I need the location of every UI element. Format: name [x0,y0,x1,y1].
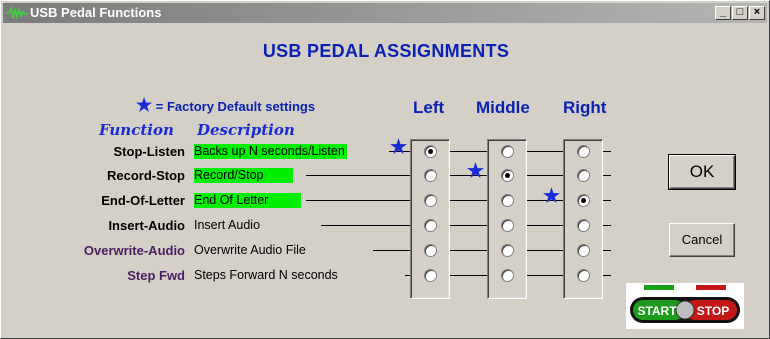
radio-middle[interactable] [501,244,514,257]
radio-left[interactable] [424,145,437,158]
function-description: Insert Audio [194,218,261,232]
radio-left[interactable] [424,194,437,207]
radio-middle[interactable] [501,145,514,158]
radio-middle[interactable] [501,194,514,207]
minimize-button[interactable]: _ [715,6,731,20]
connector-line [527,250,563,251]
radio-left[interactable] [424,169,437,182]
logo-stop-text: STOP [697,304,729,318]
legend: ★ = Factory Default settings [136,95,316,115]
column-middle-header: Middle [476,98,530,117]
logo-start-text: START [637,304,677,318]
function-name: Record-Stop [107,168,185,183]
connector-line [450,225,487,226]
radio-right[interactable] [577,269,590,282]
radio-left[interactable] [424,244,437,257]
connector-line [321,225,410,226]
function-name: Overwrite-Audio [83,243,185,258]
connector-line [373,250,410,251]
function-description: Backs up N seconds/Listen [194,144,347,159]
legend-text: = Factory Default settings [155,99,316,114]
title-bar[interactable]: USB Pedal Functions _ □ × [3,3,767,23]
function-name: Stop-Listen [113,144,186,159]
waveform-icon [6,6,28,20]
connector-line [527,151,563,152]
connector-line [527,225,563,226]
close-button[interactable]: × [749,6,765,20]
radio-middle[interactable] [501,269,514,282]
function-description: Steps Forward N seconds [194,268,338,282]
function-description: Record/Stop [194,168,293,183]
connector-line [603,225,611,226]
connector-line [527,175,563,176]
connector-line [603,175,611,176]
cancel-button[interactable]: Cancel [669,223,735,257]
radio-right[interactable] [577,145,590,158]
ok-button[interactable]: OK [668,154,736,190]
default-star-icon: ★ [390,137,408,158]
radio-middle[interactable] [501,169,514,182]
radio-right[interactable] [577,219,590,232]
connector-line [603,200,611,201]
function-description: Overwrite Audio File [194,243,306,257]
function-name: Step Fwd [127,268,185,283]
radio-left[interactable] [424,269,437,282]
radio-right[interactable] [577,194,590,207]
radio-right[interactable] [577,244,590,257]
dialog-window: USB Pedal Functions _ □ × USB PEDAL ASSI… [0,0,770,339]
connector-line [603,275,611,276]
function-description: End Of Letter [194,193,301,208]
connector-line [450,200,487,201]
function-name: Insert-Audio [108,218,185,233]
maximize-button[interactable]: □ [732,6,748,20]
description-header: Description [197,121,295,139]
connector-line [450,151,487,152]
window-title: USB Pedal Functions [30,5,162,20]
page-title: USB PEDAL ASSIGNMENTS [262,41,510,61]
start-stop-logo: START STOP [626,283,744,329]
connector-line [450,250,487,251]
radio-middle[interactable] [501,219,514,232]
connector-line [306,175,410,176]
connector-line [306,200,410,201]
radio-right[interactable] [577,169,590,182]
function-name: End-Of-Letter [101,193,185,208]
column-left-header: Left [413,98,445,117]
column-right-header: Right [563,98,607,117]
connector-line [450,275,487,276]
function-header: Function [99,121,174,139]
default-star-icon: ★ [543,186,561,207]
connector-line [603,151,611,152]
radio-left[interactable] [424,219,437,232]
default-star-icon: ★ [467,161,485,182]
connector-line [527,275,563,276]
star-icon: ★ [136,95,153,115]
connector-line [603,250,611,251]
